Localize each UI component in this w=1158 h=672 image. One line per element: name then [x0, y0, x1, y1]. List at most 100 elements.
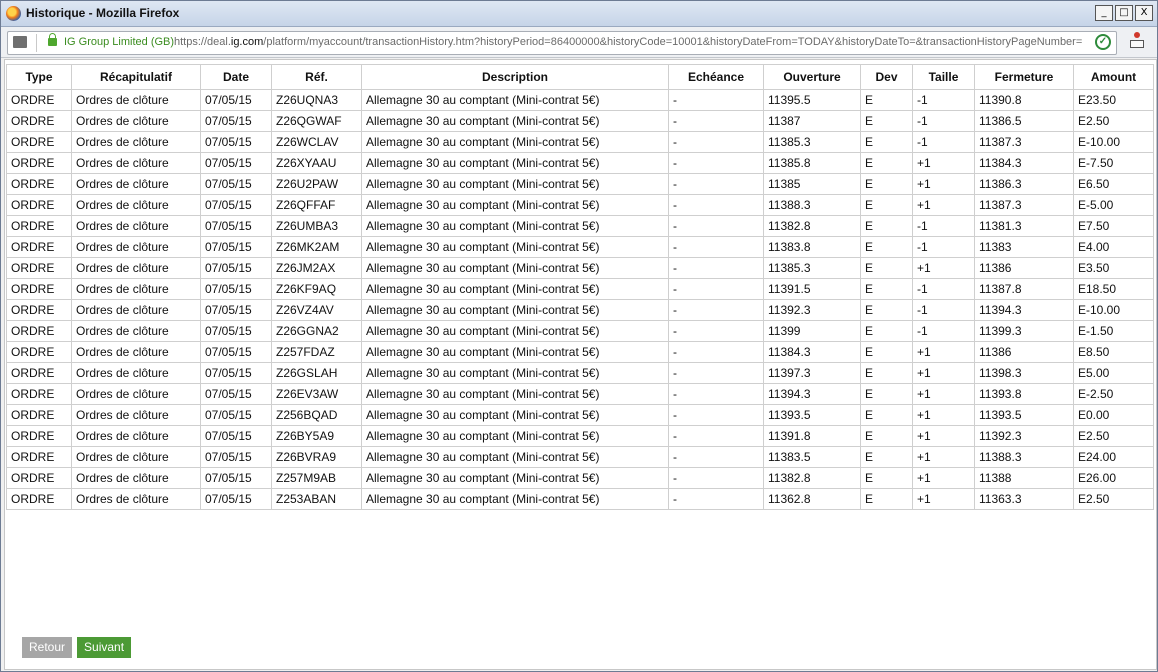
table-cell: E [860, 194, 913, 216]
table-cell: ORDRE [6, 383, 72, 405]
table-cell: E [860, 278, 913, 300]
table-cell: ORDRE [6, 110, 72, 132]
table-cell: 11383.5 [763, 446, 861, 468]
table-cell: Allemagne 30 au comptant (Mini-contrat 5… [361, 425, 669, 447]
table-cell: 11387 [763, 110, 861, 132]
table-cell: Z26UQNA3 [271, 89, 362, 111]
table-cell: Ordres de clôture [71, 152, 201, 174]
next-button[interactable]: Suivant [77, 637, 132, 658]
maximize-button[interactable]: □ [1115, 5, 1133, 21]
table-row: ORDRE Ordres de clôture 07/05/15 Z256BQAD Al… [6, 404, 1154, 426]
table-cell: ORDRE [6, 467, 72, 489]
table-cell: 11363.3 [974, 488, 1074, 510]
table-cell: E24.00 [1073, 446, 1154, 468]
table-cell: 11399 [763, 320, 861, 342]
table-cell: 11362.8 [763, 488, 861, 510]
table-cell: E [860, 110, 913, 132]
table-cell: Z253ABAN [271, 488, 362, 510]
transaction-table: Type Récapitulatif Date Réf. Description… [6, 64, 1154, 510]
table-cell: ORDRE [6, 194, 72, 216]
table-cell: - [668, 488, 764, 510]
divider [36, 34, 37, 52]
lock-icon[interactable] [48, 33, 57, 46]
table-cell: - [668, 341, 764, 363]
table-cell: 11393.8 [974, 383, 1074, 405]
check-icon[interactable]: ✓ [1095, 34, 1111, 50]
table-cell: E-5.00 [1073, 194, 1154, 216]
table-cell: ORDRE [6, 215, 72, 237]
table-cell: 11386.3 [974, 173, 1074, 195]
table-cell: E-7.50 [1073, 152, 1154, 174]
table-cell: Ordres de clôture [71, 257, 201, 279]
table-cell: E [860, 404, 913, 426]
table-cell: 11392.3 [763, 299, 861, 321]
table-cell: +1 [912, 446, 975, 468]
table-cell: - [668, 362, 764, 384]
pagination: Retour Suivant [22, 637, 132, 658]
table-cell: E [860, 173, 913, 195]
url-path: /platform/myaccount/transactionHistory.h… [263, 36, 1083, 48]
table-cell: Allemagne 30 au comptant (Mini-contrat 5… [361, 152, 669, 174]
window-controls: _ □ X [1095, 5, 1153, 21]
table-cell: E7.50 [1073, 215, 1154, 237]
table-cell: ORDRE [6, 362, 72, 384]
table-cell: 11381.3 [974, 215, 1074, 237]
table-cell: Z26WCLAV [271, 131, 362, 153]
col-description: Description [361, 64, 669, 90]
table-row: ORDRE Ordres de clôture 07/05/15 Z26U2PAW Al… [6, 173, 1154, 195]
close-button[interactable]: X [1135, 5, 1153, 21]
table-cell: 11384.3 [763, 341, 861, 363]
table-cell: -1 [912, 299, 975, 321]
table-cell: ORDRE [6, 131, 72, 153]
table-cell: E3.50 [1073, 257, 1154, 279]
table-cell: -1 [912, 236, 975, 258]
table-row: ORDRE Ordres de clôture 07/05/15 Z26BY5A9 Al… [6, 425, 1154, 447]
browser-window: Historique - Mozilla Firefox _ □ X IG Gr… [0, 0, 1158, 672]
table-cell: Allemagne 30 au comptant (Mini-contrat 5… [361, 383, 669, 405]
table-cell: Allemagne 30 au comptant (Mini-contrat 5… [361, 89, 669, 111]
minimize-button[interactable]: _ [1095, 5, 1113, 21]
title-bar: Historique - Mozilla Firefox _ □ X [1, 1, 1157, 27]
table-cell: Ordres de clôture [71, 194, 201, 216]
table-cell: - [668, 383, 764, 405]
url-text[interactable]: https://deal.ig.com/platform/myaccount/t… [174, 36, 1088, 48]
table-row: ORDRE Ordres de clôture 07/05/15 Z26VZ4AV Al… [6, 299, 1154, 321]
table-cell: E [860, 215, 913, 237]
table-cell: Ordres de clôture [71, 404, 201, 426]
site-identity[interactable]: IG Group Limited (GB) [64, 36, 174, 48]
table-row: ORDRE Ordres de clôture 07/05/15 Z26BVRA9 Al… [6, 446, 1154, 468]
table-cell: 11392.3 [974, 425, 1074, 447]
table-cell: - [668, 404, 764, 426]
table-cell: +1 [912, 383, 975, 405]
table-cell: Allemagne 30 au comptant (Mini-contrat 5… [361, 215, 669, 237]
table-cell: Allemagne 30 au comptant (Mini-contrat 5… [361, 131, 669, 153]
table-cell: Z26KF9AQ [271, 278, 362, 300]
table-cell: +1 [912, 173, 975, 195]
table-row: ORDRE Ordres de clôture 07/05/15 Z26JM2AX Al… [6, 257, 1154, 279]
table-cell: Ordres de clôture [71, 299, 201, 321]
col-date: Date [200, 64, 272, 90]
table-cell: 11386 [974, 257, 1074, 279]
table-cell: ORDRE [6, 341, 72, 363]
extension-icon[interactable] [1130, 32, 1144, 48]
table-cell: ORDRE [6, 152, 72, 174]
table-cell: E-10.00 [1073, 131, 1154, 153]
table-cell: -1 [912, 110, 975, 132]
table-cell: Ordres de clôture [71, 488, 201, 510]
table-cell: ORDRE [6, 278, 72, 300]
table-cell: E [860, 446, 913, 468]
tab-groups-icon[interactable] [13, 36, 27, 48]
table-cell: 11388.3 [974, 446, 1074, 468]
table-cell: E26.00 [1073, 467, 1154, 489]
col-ref: Réf. [271, 64, 362, 90]
address-bar[interactable]: IG Group Limited (GB) https://deal.ig.co… [7, 31, 1117, 55]
table-header: Type Récapitulatif Date Réf. Description… [6, 64, 1154, 90]
table-cell: Allemagne 30 au comptant (Mini-contrat 5… [361, 488, 669, 510]
previous-button[interactable]: Retour [22, 637, 73, 658]
table-cell: Allemagne 30 au comptant (Mini-contrat 5… [361, 110, 669, 132]
table-row: ORDRE Ordres de clôture 07/05/15 Z26GGNA2 Al… [6, 320, 1154, 342]
table-cell: 07/05/15 [200, 404, 272, 426]
table-cell: 07/05/15 [200, 215, 272, 237]
table-cell: E-1.50 [1073, 320, 1154, 342]
table-cell: ORDRE [6, 404, 72, 426]
